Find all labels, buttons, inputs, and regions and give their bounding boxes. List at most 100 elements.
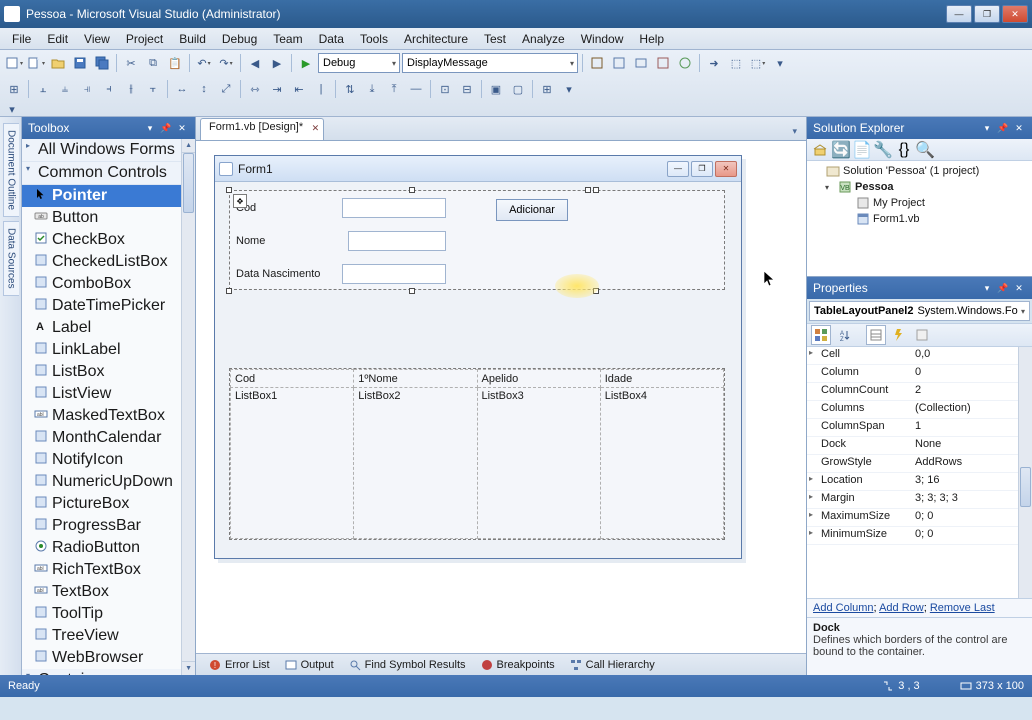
toolbox-group-all-windows-forms[interactable]: All Windows Forms [22,139,181,162]
toolbox-item-combobox[interactable]: ComboBox [22,273,181,295]
hspace-dec-button[interactable]: ⇤ [289,79,309,99]
selection-handle[interactable] [409,288,415,294]
property-row-columnspan[interactable]: ColumnSpan1 [807,419,1032,437]
third-row-overflow[interactable]: ▾ [4,103,20,115]
menu-file[interactable]: File [4,30,39,48]
nav-fwd-button[interactable]: ▶ [267,53,287,73]
props-close-icon[interactable]: ✕ [1012,281,1026,295]
expand-icon[interactable]: ▸ [809,492,813,501]
property-scrollbar[interactable] [1018,347,1032,598]
toolbox-item-richtextbox[interactable]: ablRichTextBox [22,559,181,581]
tab-find-symbol[interactable]: Find Symbol Results [342,656,472,674]
selection-handle[interactable] [585,187,591,193]
item-form1[interactable]: Form1.vb [809,211,1030,227]
tb-btn-7[interactable]: ⬚ [726,53,746,73]
menu-help[interactable]: Help [631,30,672,48]
listbox-1[interactable]: ListBox1 [231,388,354,539]
listbox-4[interactable]: ListBox4 [600,388,723,539]
menu-view[interactable]: View [76,30,118,48]
solexp-home-icon[interactable] [811,141,829,159]
property-row-columns[interactable]: Columns(Collection) [807,401,1032,419]
menu-architecture[interactable]: Architecture [396,30,476,48]
tab-error-list[interactable]: !Error List [202,656,276,674]
vtab-document-outline[interactable]: Document Outline [3,123,19,217]
align-middle-button[interactable]: ⫲ [121,79,141,99]
listbox-2[interactable]: ListBox2 [354,388,477,539]
size-both-button[interactable]: ⤢ [216,79,236,99]
toolbox-item-textbox[interactable]: ablTextBox [22,581,181,603]
toolbox-item-checkbox[interactable]: CheckBox [22,229,181,251]
selection-handle[interactable] [409,187,415,193]
solution-node[interactable]: Solution 'Pessoa' (1 project) [809,163,1030,179]
toolbox-item-linklabel[interactable]: LinkLabel [22,339,181,361]
undo-button[interactable]: ↶ [194,53,214,73]
listbox-3[interactable]: ListBox3 [477,388,600,539]
layout-overflow[interactable]: ▾ [559,79,579,99]
menu-window[interactable]: Window [573,30,632,48]
toolbox-dropdown-icon[interactable]: ▾ [143,121,157,135]
menu-tools[interactable]: Tools [352,30,396,48]
center-h-button[interactable]: ⊡ [435,79,455,99]
document-tab[interactable]: Form1.vb [Design]* ✕ [200,118,324,140]
scroll-up-icon[interactable]: ▲ [182,139,195,153]
vspace-inc-button[interactable]: ⤓ [362,79,382,99]
expand-icon[interactable]: ▸ [809,510,813,519]
table-layout-panel-2[interactable]: ✥ Cod Nome Data Nascimento Adicionar [229,190,725,290]
copy-button[interactable]: ⧉ [143,53,163,73]
hspace-rem-button[interactable]: | [311,79,331,99]
solexp-props-icon[interactable]: 🔧 [874,141,892,159]
add-row-link[interactable]: Add Row [879,602,924,614]
form-max-button[interactable]: ❐ [691,161,713,177]
tb-btn-5[interactable] [675,53,695,73]
solexp-code-icon[interactable]: {} [895,141,913,159]
property-object-combo[interactable]: TableLayoutPanel2 System.Windows.Fo ▾ [809,301,1030,321]
property-pages-button[interactable] [912,325,932,345]
target-combo[interactable]: DisplayMessage [402,53,578,73]
solexp-showall-icon[interactable]: 📄 [853,141,871,159]
property-row-maximumsize[interactable]: ▸MaximumSize0; 0 [807,509,1032,527]
expand-icon[interactable]: ▸ [809,474,813,483]
tb-btn-3[interactable] [631,53,651,73]
toolbox-item-treeview[interactable]: TreeView [22,625,181,647]
textbox-data-nascimento[interactable] [342,264,446,284]
menu-analyze[interactable]: Analyze [514,30,573,48]
add-item-button[interactable] [26,53,46,73]
alphabetical-button[interactable]: A Z [834,325,854,345]
selection-handle[interactable] [226,288,232,294]
expand-icon[interactable]: ▸ [809,528,813,537]
tab-output[interactable]: Output [278,656,340,674]
hspace-inc-button[interactable]: ⇥ [267,79,287,99]
toolbox-item-webbrowser[interactable]: WebBrowser [22,647,181,669]
toolbox-item-numericupdown[interactable]: NumericUpDown [22,471,181,493]
paste-button[interactable]: 📋 [165,53,185,73]
add-column-link[interactable]: Add Column [813,602,874,614]
vspace-dec-button[interactable]: ⤒ [384,79,404,99]
align-left-button[interactable]: ⫠ [33,79,53,99]
tab-breakpoints[interactable]: Breakpoints [474,656,561,674]
scroll-down-icon[interactable]: ▼ [182,661,195,675]
vtab-data-sources[interactable]: Data Sources [3,221,19,296]
toolbox-item-checkedlistbox[interactable]: CheckedListBox [22,251,181,273]
toolbox-item-listview[interactable]: ListView [22,383,181,405]
size-height-button[interactable]: ↕ [194,79,214,99]
solexp-pin-icon[interactable]: 📌 [996,121,1010,135]
toolbox-item-listbox[interactable]: ListBox [22,361,181,383]
property-row-cell[interactable]: ▸Cell0,0 [807,347,1032,365]
property-row-location[interactable]: ▸Location3; 16 [807,473,1032,491]
toolbox-group-common-controls[interactable]: Common Controls [22,162,181,185]
property-row-minimumsize[interactable]: ▸MinimumSize0; 0 [807,527,1032,545]
tb-btn-6[interactable]: ➜ [704,53,724,73]
nav-back-button[interactable]: ◀ [245,53,265,73]
property-row-growstyle[interactable]: GrowStyleAddRows [807,455,1032,473]
toolbox-item-tooltip[interactable]: ToolTip [22,603,181,625]
remove-last-link[interactable]: Remove Last [930,602,995,614]
scroll-thumb[interactable] [1020,467,1031,507]
send-back-button[interactable]: ▢ [508,79,528,99]
toolbox-group-containers[interactable]: Containers [22,669,181,675]
save-all-button[interactable] [92,53,112,73]
center-v-button[interactable]: ⊟ [457,79,477,99]
toolbox-item-radiobutton[interactable]: RadioButton [22,537,181,559]
toolbox-pin-icon[interactable]: 📌 [159,121,173,135]
props-pin-icon[interactable]: 📌 [996,281,1010,295]
property-row-columncount[interactable]: ColumnCount2 [807,383,1032,401]
